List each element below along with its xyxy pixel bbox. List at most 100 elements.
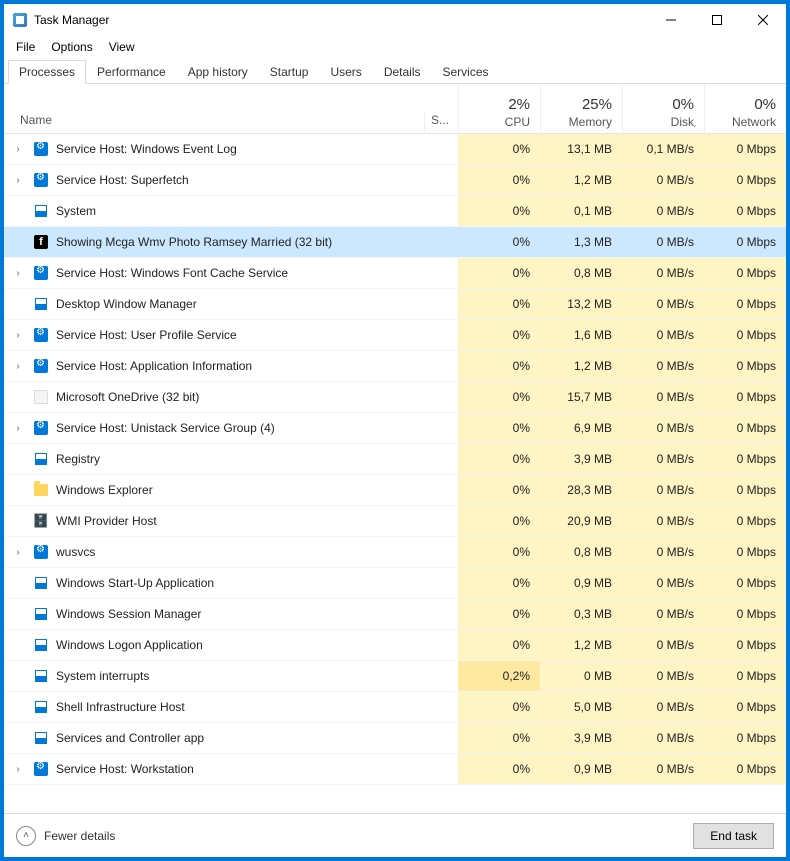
menu-options[interactable]: Options <box>43 38 100 56</box>
process-memory: 0 MB <box>540 661 622 691</box>
process-memory: 13,1 MB <box>540 134 622 164</box>
chevron-up-icon: ˄ <box>16 826 36 846</box>
tab-app-history[interactable]: App history <box>177 60 259 83</box>
expand-icon[interactable]: › <box>4 423 32 434</box>
process-row[interactable]: ›Service Host: Application Information0%… <box>4 351 786 382</box>
process-row[interactable]: Microsoft OneDrive (32 bit)0%15,7 MB0 MB… <box>4 382 786 413</box>
process-network: 0 Mbps <box>704 320 786 350</box>
tab-details[interactable]: Details <box>373 60 432 83</box>
process-cpu: 0% <box>458 413 540 443</box>
expand-icon[interactable]: › <box>4 764 32 775</box>
process-icon <box>32 699 50 715</box>
col-name[interactable]: Name <box>4 113 424 133</box>
process-row[interactable]: ›wusvcs0%0,8 MB0 MB/s0 Mbps <box>4 537 786 568</box>
end-task-button[interactable]: End task <box>693 823 774 849</box>
process-row[interactable]: ›Service Host: Windows Font Cache Servic… <box>4 258 786 289</box>
titlebar[interactable]: Task Manager <box>4 4 786 36</box>
process-row[interactable]: Windows Explorer0%28,3 MB0 MB/s0 Mbps <box>4 475 786 506</box>
col-network[interactable]: 0% Network <box>704 84 786 133</box>
process-cpu: 0% <box>458 382 540 412</box>
expand-icon[interactable]: › <box>4 175 32 186</box>
process-disk: 0 MB/s <box>622 320 704 350</box>
task-manager-icon <box>12 12 28 28</box>
process-memory: 6,9 MB <box>540 413 622 443</box>
process-cpu: 0% <box>458 227 540 257</box>
process-row[interactable]: fShowing Mcga Wmv Photo Ramsey Married (… <box>4 227 786 258</box>
process-cpu: 0% <box>458 754 540 784</box>
tab-services[interactable]: Services <box>432 60 500 83</box>
process-row[interactable]: System0%0,1 MB0 MB/s0 Mbps <box>4 196 786 227</box>
tab-processes[interactable]: Processes <box>8 60 86 84</box>
process-memory: 1,2 MB <box>540 165 622 195</box>
process-network: 0 Mbps <box>704 444 786 474</box>
process-row[interactable]: ›Service Host: User Profile Service0%1,6… <box>4 320 786 351</box>
close-button[interactable] <box>740 4 786 36</box>
process-memory: 0,9 MB <box>540 754 622 784</box>
process-name: Service Host: Superfetch <box>56 173 424 187</box>
process-cpu: 0% <box>458 444 540 474</box>
expand-icon[interactable]: › <box>4 144 32 155</box>
task-manager-window: Task Manager File Options View Processes… <box>0 0 790 861</box>
process-name: WMI Provider Host <box>56 514 424 528</box>
process-name: Service Host: Unistack Service Group (4) <box>56 421 424 435</box>
process-row[interactable]: Windows Session Manager0%0,3 MB0 MB/s0 M… <box>4 599 786 630</box>
process-cpu: 0% <box>458 537 540 567</box>
col-status[interactable]: S... <box>424 113 458 133</box>
process-icon <box>32 389 50 405</box>
process-network: 0 Mbps <box>704 475 786 505</box>
process-network: 0 Mbps <box>704 165 786 195</box>
process-cpu: 0% <box>458 599 540 629</box>
process-network: 0 Mbps <box>704 599 786 629</box>
process-row[interactable]: Windows Logon Application0%1,2 MB0 MB/s0… <box>4 630 786 661</box>
tab-performance[interactable]: Performance <box>86 60 177 83</box>
process-memory: 1,6 MB <box>540 320 622 350</box>
process-cpu: 0% <box>458 258 540 288</box>
expand-icon[interactable]: › <box>4 547 32 558</box>
process-icon <box>32 172 50 188</box>
process-name: System interrupts <box>56 669 424 683</box>
process-row[interactable]: › Service Host: Unistack Service Group (4… <box>4 413 786 444</box>
process-row[interactable]: ›Service Host: Workstation0%0,9 MB0 MB/s… <box>4 754 786 785</box>
process-icon: f <box>32 234 50 250</box>
process-row[interactable]: ›Service Host: Windows Event Log0%13,1 M… <box>4 134 786 165</box>
process-memory: 0,1 MB <box>540 196 622 226</box>
menu-view[interactable]: View <box>101 38 143 56</box>
tab-users[interactable]: Users <box>319 60 372 83</box>
expand-icon[interactable]: › <box>4 361 32 372</box>
process-disk: 0 MB/s <box>622 165 704 195</box>
process-memory: 3,9 MB <box>540 723 622 753</box>
process-memory: 0,8 MB <box>540 258 622 288</box>
process-row[interactable]: Services and Controller app0%3,9 MB0 MB/… <box>4 723 786 754</box>
process-network: 0 Mbps <box>704 754 786 784</box>
process-row[interactable]: Shell Infrastructure Host0%5,0 MB0 MB/s0… <box>4 692 786 723</box>
menu-file[interactable]: File <box>8 38 43 56</box>
col-memory[interactable]: 25% Memory <box>540 84 622 133</box>
expand-icon[interactable]: › <box>4 268 32 279</box>
minimize-button[interactable] <box>648 4 694 36</box>
process-cpu: 0% <box>458 692 540 722</box>
mem-label: Memory <box>569 115 612 129</box>
process-name: Service Host: Workstation <box>56 762 424 776</box>
process-disk: 0 MB/s <box>622 723 704 753</box>
process-row[interactable]: 🗄️WMI Provider Host0%20,9 MB0 MB/s0 Mbps <box>4 506 786 537</box>
process-row[interactable]: Windows Start-Up Application0%0,9 MB0 MB… <box>4 568 786 599</box>
process-row[interactable]: Desktop Window Manager0%13,2 MB0 MB/s0 M… <box>4 289 786 320</box>
process-row[interactable]: Registry0%3,9 MB0 MB/s0 Mbps <box>4 444 786 475</box>
process-disk: 0 MB/s <box>622 413 704 443</box>
process-icon <box>32 482 50 498</box>
process-row[interactable]: System interrupts0,2%0 MB0 MB/s0 Mbps <box>4 661 786 692</box>
maximize-button[interactable] <box>694 4 740 36</box>
process-cpu: 0% <box>458 196 540 226</box>
process-list[interactable]: › Service Host: Windows Event Log 0% 13,1 M… <box>4 134 786 813</box>
col-disk[interactable]: ⌄ 0% Disk <box>622 84 704 133</box>
process-disk: 0 MB/s <box>622 692 704 722</box>
fewer-details-label: Fewer details <box>44 829 115 843</box>
col-cpu[interactable]: 2% CPU <box>458 84 540 133</box>
process-name: Service Host: Windows Event Log <box>56 142 424 156</box>
expand-icon[interactable]: › <box>4 330 32 341</box>
process-name: wusvcs <box>56 545 424 559</box>
tab-startup[interactable]: Startup <box>259 60 320 83</box>
process-row[interactable]: ›Service Host: Superfetch0%1,2 MB0 MB/s0… <box>4 165 786 196</box>
fewer-details-button[interactable]: ˄ Fewer details <box>16 826 115 846</box>
process-network: 0 Mbps <box>704 568 786 598</box>
